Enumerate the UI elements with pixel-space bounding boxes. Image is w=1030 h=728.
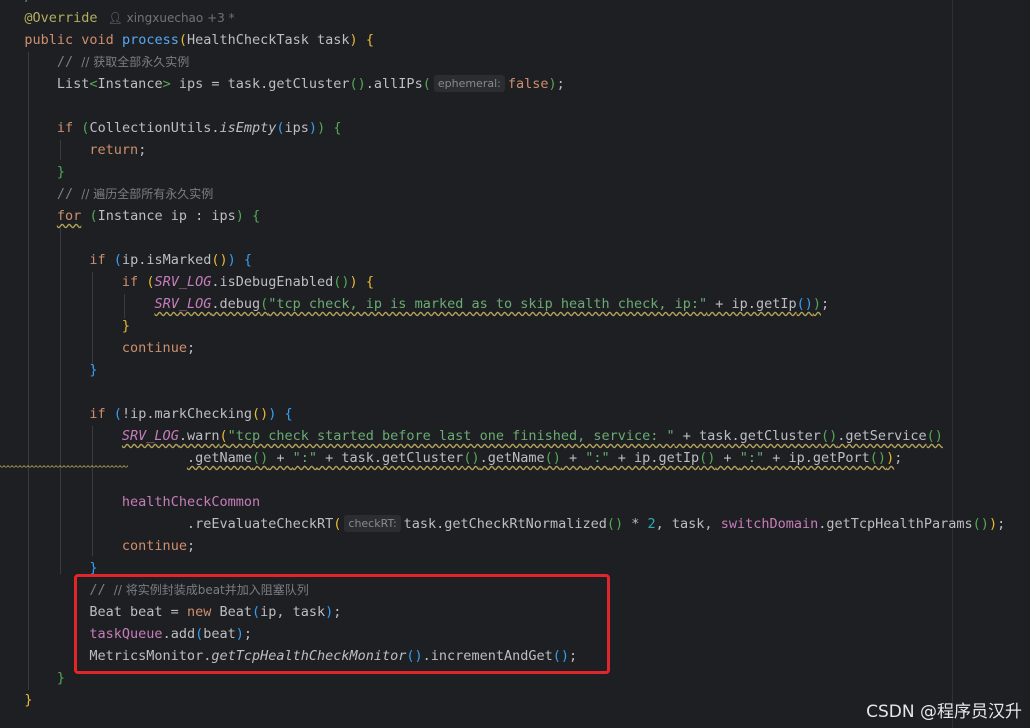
code-line[interactable]: SRV_LOG.debug("tcp check, ip is marked a… xyxy=(0,293,829,315)
number-literal: 2 xyxy=(647,516,656,532)
string-literal: ":" xyxy=(585,450,610,466)
param-hint-ephemeral: ephemeral: xyxy=(433,75,505,92)
code-line[interactable]: if (!ip.markChecking()) { xyxy=(0,403,292,425)
code-line[interactable]: } xyxy=(0,689,32,711)
author-extra: +3 * xyxy=(207,11,235,25)
code-line[interactable]: public void process(HealthCheckTask task… xyxy=(0,29,374,51)
code-line[interactable]: @Override 👤︎ xingxuechao +3 * xyxy=(0,7,235,29)
string-literal: ":" xyxy=(292,450,318,466)
code-line[interactable]: List<Instance> ips = task.getCluster().a… xyxy=(0,73,565,95)
code-line[interactable]: return; xyxy=(0,139,146,161)
code-line[interactable]: healthCheckCommon xyxy=(0,491,260,513)
string-literal: ":" xyxy=(739,450,765,466)
code-line[interactable]: // // 获取全部永久实例 xyxy=(0,51,189,73)
code-line[interactable]: if (CollectionUtils.isEmpty(ips)) { xyxy=(0,117,342,139)
code-line[interactable]: continue; xyxy=(0,535,195,557)
code-line[interactable]: // // 遍历全部所有永久实例 xyxy=(0,183,213,205)
code-line[interactable]: continue; xyxy=(0,337,195,359)
user-icon: 👤︎ xyxy=(107,11,123,25)
string-literal: "tcp check, ip is marked as to skip heal… xyxy=(268,296,708,312)
watermark: CSDN @程序员汉升 xyxy=(866,702,1022,722)
code-line[interactable]: .reEvaluateCheckRT(checkRT: task.getCheck… xyxy=(0,513,1005,535)
warning-underline xyxy=(0,465,128,469)
author-name: xingxuechao xyxy=(126,11,204,25)
code-line[interactable]: } xyxy=(0,667,65,689)
param-hint-checkrt: checkRT: xyxy=(344,515,401,532)
code-line[interactable]: for (Instance ip : ips) { xyxy=(0,205,260,227)
code-comment: // 获取全部永久实例 xyxy=(81,55,190,69)
code-line[interactable]: if (ip.isMarked()) { xyxy=(0,249,252,271)
highlight-box xyxy=(74,574,610,674)
code-line[interactable]: SRV_LOG.warn("tcp check started before l… xyxy=(0,425,943,447)
code-editor[interactable]: /** @Override👤︎ xingxuechao +3 * public … xyxy=(0,0,1030,728)
code-line[interactable]: } xyxy=(0,359,97,381)
right-margin-guide xyxy=(952,0,953,728)
code-line[interactable]: if (SRV_LOG.isDebugEnabled()) { xyxy=(0,271,374,293)
string-literal: "tcp check started before last one finis… xyxy=(227,428,675,444)
author-hint[interactable]: 👤︎ xingxuechao +3 * xyxy=(108,11,235,25)
code-line[interactable]: .getName() + ":" + task.getCluster().get… xyxy=(0,447,902,469)
code-comment: // 遍历全部所有永久实例 xyxy=(81,187,214,201)
code-line[interactable]: } xyxy=(0,161,65,183)
code-line[interactable]: } xyxy=(0,315,130,337)
